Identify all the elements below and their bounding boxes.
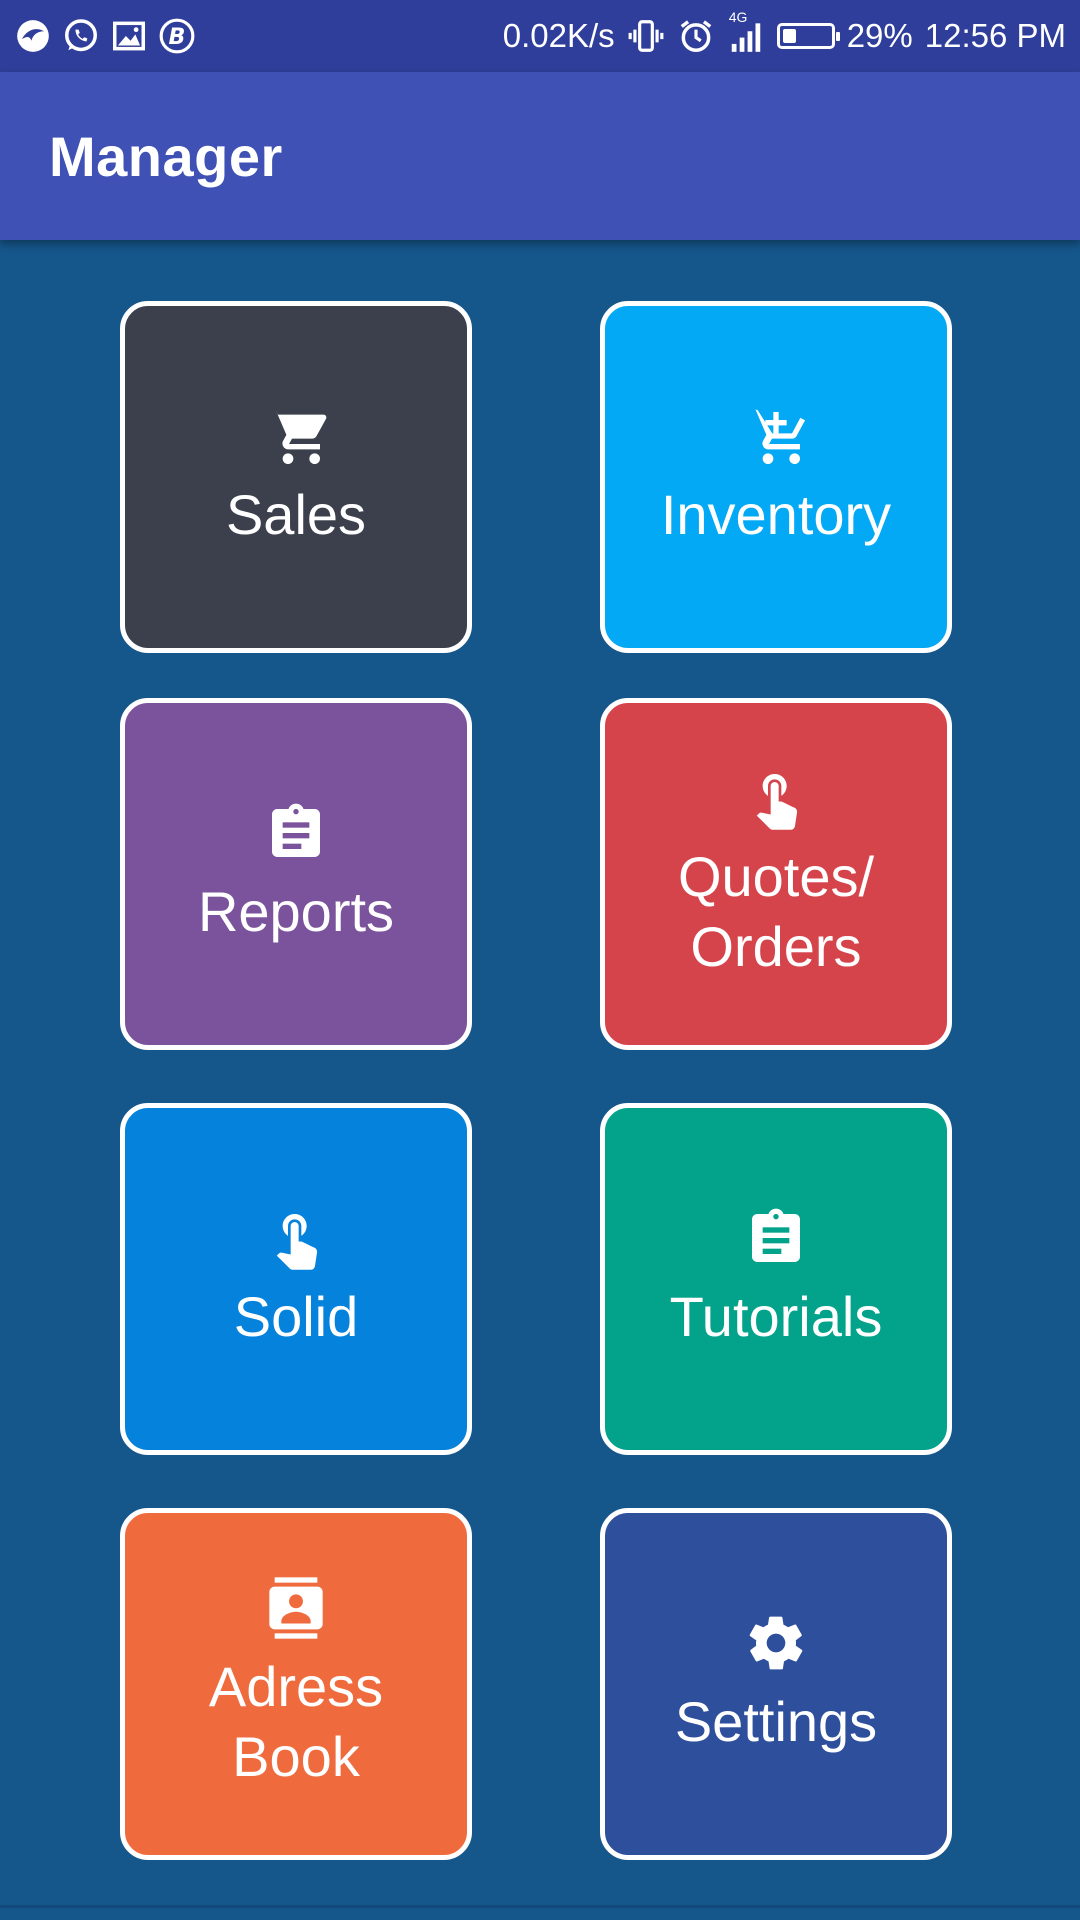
alarm-icon	[677, 17, 715, 55]
clock: 12:56 PM	[924, 17, 1066, 54]
bird-app-icon	[14, 17, 52, 55]
screen: B 0.02K/s 4G 29% 12:56 PM Manager Sales …	[0, 0, 1080, 1920]
tile-label: Inventory	[660, 483, 892, 546]
clipboard-icon	[744, 1206, 808, 1270]
tile-label: Reports	[197, 880, 395, 943]
tile-label: Quotes/ Orders	[677, 845, 875, 978]
quotes-orders-tile[interactable]: Quotes/ Orders	[600, 698, 952, 1050]
app-title: Manager	[49, 124, 283, 188]
battery-icon	[776, 23, 840, 49]
network-type: 4G	[728, 9, 748, 25]
touch-hand-icon	[264, 1206, 328, 1270]
settings-tile[interactable]: Settings	[600, 1508, 952, 1860]
tile-label: Tutorials	[669, 1285, 883, 1348]
clipboard-icon	[264, 801, 328, 865]
vibrate-icon	[627, 17, 665, 55]
tutorials-tile[interactable]: Tutorials	[600, 1103, 952, 1455]
net-speed: 0.02K/s	[502, 17, 615, 54]
status-left-icons: B	[14, 17, 196, 55]
shopping-cart-icon	[264, 404, 328, 468]
gear-icon	[744, 1611, 808, 1675]
battery-level	[782, 29, 796, 43]
status-bar: B 0.02K/s 4G 29% 12:56 PM	[0, 0, 1080, 72]
solid-tile[interactable]: Solid	[120, 1103, 472, 1455]
battery-percent: 29%	[846, 17, 913, 54]
status-right-icons: 0.02K/s 4G 29% 12:56 PM	[502, 9, 1066, 55]
touch-hand-icon	[744, 766, 808, 830]
tile-label: Sales	[225, 483, 367, 546]
add-to-cart-icon	[744, 404, 808, 468]
app-bar: Manager	[0, 72, 1080, 240]
svg-text:B: B	[169, 24, 186, 50]
bottom-divider	[0, 1905, 1080, 1908]
contact-card-icon	[264, 1576, 328, 1640]
whatsapp-icon	[62, 17, 100, 55]
tile-label: Solid	[233, 1285, 359, 1348]
b-app-icon: B	[158, 17, 196, 55]
address-book-tile[interactable]: Adress Book	[120, 1508, 472, 1860]
signal-icon: 4G	[727, 9, 765, 55]
inventory-tile[interactable]: Inventory	[600, 301, 952, 653]
tile-label: Adress Book	[208, 1655, 384, 1788]
tile-label: Settings	[674, 1690, 878, 1753]
sales-tile[interactable]: Sales	[120, 301, 472, 653]
reports-tile[interactable]: Reports	[120, 698, 472, 1050]
image-notification-icon	[110, 17, 148, 55]
